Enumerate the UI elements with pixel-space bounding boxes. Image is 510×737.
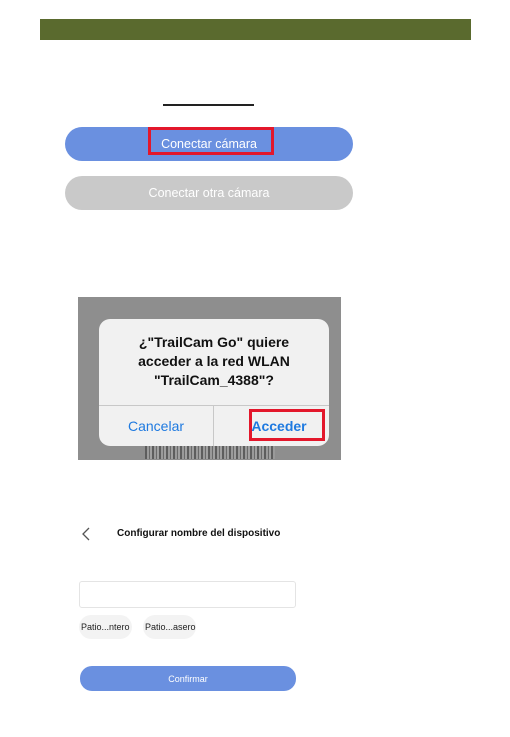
dialog-message-line3: "TrailCam_4388"? <box>154 372 274 388</box>
title-underline <box>163 104 254 106</box>
connect-other-camera-label: Conectar otra cámara <box>148 186 270 200</box>
device-name-input[interactable] <box>79 581 296 608</box>
confirm-label: Confirmar <box>168 673 208 684</box>
header-bar <box>40 19 471 40</box>
chevron-left-icon[interactable] <box>80 527 94 541</box>
name-suggestion-chip[interactable]: Patio...ntero <box>79 615 132 639</box>
wlan-permission-screenshot: ¿"TrailCam Go" quiere acceder a la red W… <box>78 297 341 460</box>
dialog-message-line1: ¿"TrailCam Go" quiere <box>138 334 290 350</box>
dialog-message-line2: acceder a la red WLAN <box>138 353 290 369</box>
dialog-message: ¿"TrailCam Go" quiere acceder a la red W… <box>99 333 329 390</box>
wlan-permission-dialog: ¿"TrailCam Go" quiere acceder a la red W… <box>99 319 329 446</box>
screen-title: Configurar nombre del dispositivo <box>117 528 281 539</box>
confirm-button[interactable]: Confirmar <box>80 666 296 691</box>
highlight-box-connect <box>148 127 274 155</box>
highlight-box-accept <box>249 409 325 441</box>
cancel-button[interactable]: Cancelar <box>99 406 213 446</box>
name-suggestion-chip[interactable]: Patio...asero <box>143 615 196 639</box>
dialog-divider-vertical <box>213 405 214 446</box>
connect-other-camera-button[interactable]: Conectar otra cámara <box>65 176 353 210</box>
